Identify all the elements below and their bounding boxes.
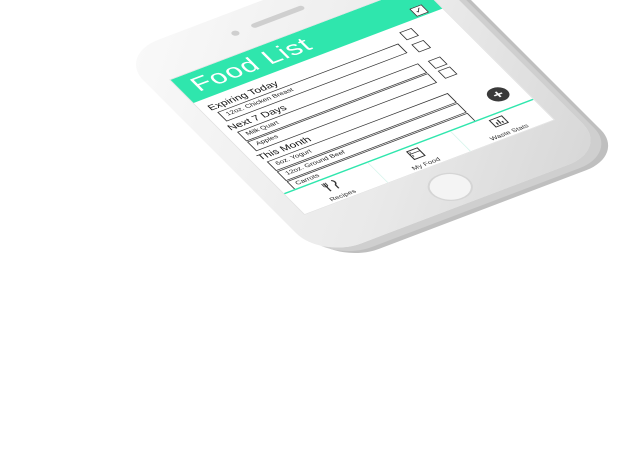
phone-device: Food List ✓ Expiring Today 12oz. Chicken… bbox=[118, 0, 609, 259]
item-checkbox[interactable] bbox=[427, 56, 448, 69]
add-food-button[interactable]: + bbox=[482, 84, 514, 105]
fork-knife-icon bbox=[321, 179, 340, 192]
item-checkbox[interactable] bbox=[437, 66, 458, 79]
mockup-stage: Food List ✓ Expiring Today 12oz. Chicken… bbox=[0, 0, 631, 454]
item-checkbox[interactable] bbox=[399, 27, 420, 41]
bar-chart-icon bbox=[488, 115, 509, 128]
plus-icon: + bbox=[488, 87, 509, 102]
fridge-icon bbox=[405, 147, 426, 161]
item-checkbox[interactable] bbox=[411, 40, 432, 53]
